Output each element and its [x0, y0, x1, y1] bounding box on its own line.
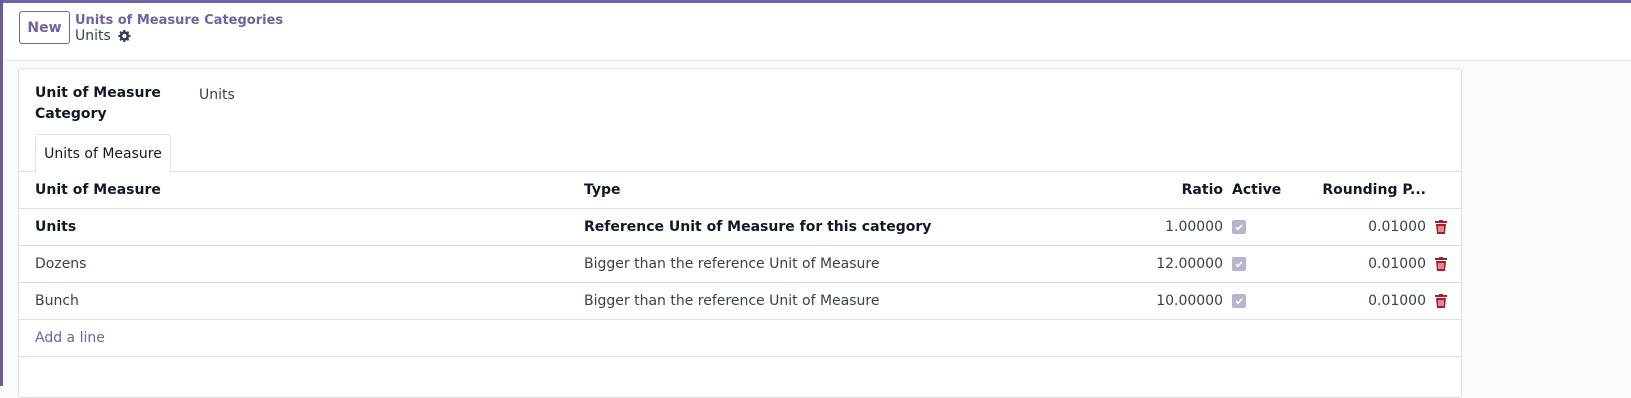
- unit-rounding-cell[interactable]: 0.01000: [1319, 246, 1426, 282]
- column-header-unit[interactable]: Unit of Measure: [35, 172, 575, 208]
- category-field-label: Unit of Measure Category: [35, 85, 161, 122]
- delete-cell: [1433, 246, 1449, 282]
- unit-type-cell[interactable]: Reference Unit of Measure for this categ…: [584, 209, 1064, 245]
- uom-table: Unit of Measure Type Ratio Active Roundi…: [19, 172, 1461, 357]
- new-button[interactable]: New: [19, 11, 70, 44]
- record-title-text: Units: [75, 28, 111, 44]
- delete-cell: [1433, 283, 1449, 319]
- add-line-row: Add a line: [19, 320, 1461, 357]
- check-icon: [1235, 224, 1243, 231]
- add-line-link[interactable]: Add a line: [35, 320, 105, 356]
- unit-name-cell[interactable]: Bunch: [35, 283, 575, 319]
- trash-icon[interactable]: [1435, 220, 1447, 234]
- unit-type-cell[interactable]: Bigger than the reference Unit of Measur…: [584, 246, 1064, 282]
- notebook-tabs: Units of Measure: [19, 133, 1461, 173]
- control-panel: New Units of Measure Categories Units: [3, 3, 1631, 61]
- column-header-ratio[interactable]: Ratio: [1079, 172, 1223, 208]
- unit-ratio-cell[interactable]: 1.00000: [1079, 209, 1223, 245]
- active-cell: [1232, 246, 1292, 282]
- active-cell: [1232, 209, 1292, 245]
- column-header-type[interactable]: Type: [584, 172, 1064, 208]
- tab-units-of-measure[interactable]: Units of Measure: [35, 134, 171, 173]
- active-cell: [1232, 283, 1292, 319]
- trash-icon[interactable]: [1435, 257, 1447, 271]
- form-sheet: Unit of Measure Category Units Units of …: [18, 68, 1462, 398]
- table-header-row: Unit of Measure Type Ratio Active Roundi…: [19, 172, 1461, 209]
- breadcrumb-link[interactable]: Units of Measure Categories: [75, 13, 283, 28]
- unit-ratio-cell[interactable]: 10.00000: [1079, 283, 1223, 319]
- check-icon: [1235, 298, 1243, 305]
- unit-name-cell[interactable]: Dozens: [35, 246, 575, 282]
- column-header-rounding[interactable]: Rounding P...: [1319, 172, 1426, 208]
- table-row[interactable]: Dozens Bigger than the reference Unit of…: [19, 246, 1461, 283]
- active-checkbox[interactable]: [1232, 257, 1246, 271]
- unit-type-cell[interactable]: Bigger than the reference Unit of Measur…: [584, 283, 1064, 319]
- category-field-value[interactable]: Units: [199, 87, 235, 103]
- table-row[interactable]: Bunch Bigger than the reference Unit of …: [19, 283, 1461, 320]
- active-checkbox[interactable]: [1232, 294, 1246, 308]
- active-checkbox[interactable]: [1232, 220, 1246, 234]
- column-header-active[interactable]: Active: [1232, 172, 1292, 208]
- delete-cell: [1433, 209, 1449, 245]
- check-icon: [1235, 261, 1243, 268]
- record-title: Units: [75, 28, 131, 44]
- table-row[interactable]: Units Reference Unit of Measure for this…: [19, 209, 1461, 246]
- unit-ratio-cell[interactable]: 12.00000: [1079, 246, 1223, 282]
- trash-icon[interactable]: [1435, 294, 1447, 308]
- unit-name-cell[interactable]: Units: [35, 209, 575, 245]
- unit-rounding-cell[interactable]: 0.01000: [1319, 209, 1426, 245]
- gear-icon[interactable]: [117, 29, 131, 43]
- unit-rounding-cell[interactable]: 0.01000: [1319, 283, 1426, 319]
